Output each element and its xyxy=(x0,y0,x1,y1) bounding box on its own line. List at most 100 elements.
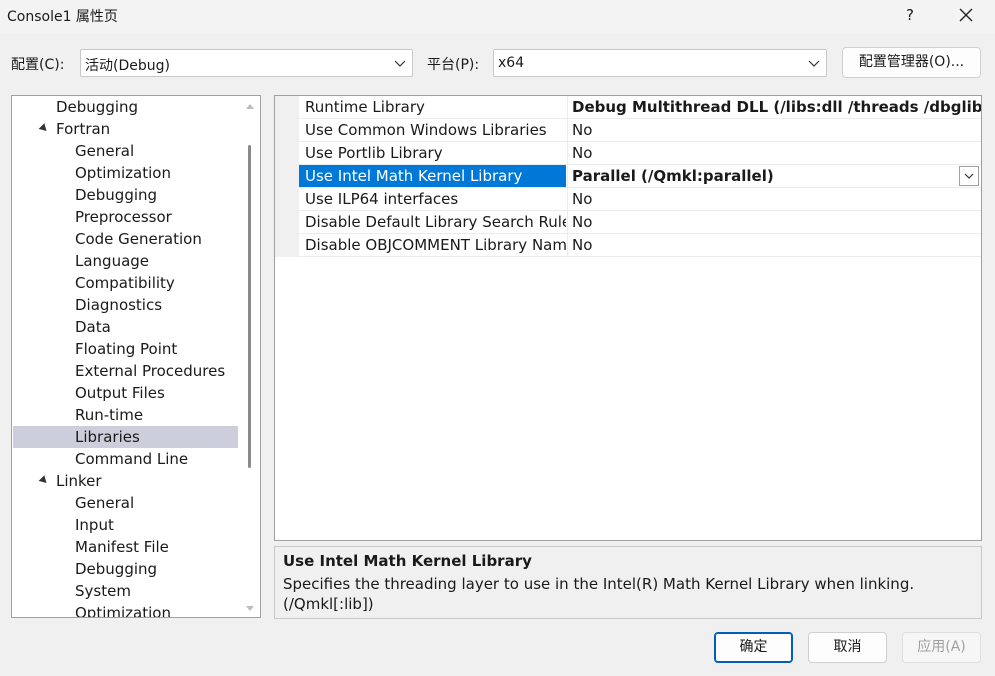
close-icon xyxy=(959,8,973,22)
tree-item[interactable]: Language xyxy=(13,250,238,272)
scroll-up-icon[interactable] xyxy=(246,104,254,109)
description-text: Specifies the threading layer to use in … xyxy=(283,574,973,614)
cancel-button[interactable]: 取消 xyxy=(808,632,887,663)
tree-item[interactable]: System xyxy=(13,580,238,602)
config-manager-button[interactable]: 配置管理器(O)... xyxy=(842,47,981,78)
expand-arrow-icon[interactable] xyxy=(38,475,50,486)
tree-item[interactable]: Preprocessor xyxy=(13,206,238,228)
tree-item[interactable]: Data xyxy=(13,316,238,338)
window-title: Console1 属性页 xyxy=(7,9,118,25)
tree-item-label: Manifest File xyxy=(75,538,169,556)
platform-dropdown[interactable]: x64 xyxy=(493,49,827,77)
tree-item[interactable]: Optimization xyxy=(13,602,238,618)
tree-item-label: Linker xyxy=(56,472,102,490)
expand-arrow-icon[interactable] xyxy=(38,123,50,134)
property-name: Disable Default Library Search Rules xyxy=(305,213,566,231)
config-value: 活动(Debug) xyxy=(85,58,170,74)
tree-item[interactable]: External Procedures xyxy=(13,360,238,382)
help-button[interactable]: ? xyxy=(898,3,922,27)
tree-item-label: System xyxy=(75,582,131,600)
description-line-2: (/Qmkl[:lib]) xyxy=(283,595,374,613)
property-name: Disable OBJCOMMENT Library Name xyxy=(305,236,566,254)
tree-item-label: Preprocessor xyxy=(75,208,172,226)
tree-item-label: Code Generation xyxy=(75,230,202,248)
platform-value: x64 xyxy=(498,55,525,71)
property-value[interactable]: No xyxy=(567,142,981,164)
tree-item[interactable]: Debugging xyxy=(13,558,238,580)
tree-item[interactable]: Linker xyxy=(13,470,238,492)
platform-label: 平台(P): xyxy=(427,57,480,73)
description-line-1: Specifies the threading layer to use in … xyxy=(283,575,915,593)
property-value[interactable]: Parallel (/Qmkl:parallel) xyxy=(567,165,981,187)
tree-item[interactable]: Run-time xyxy=(13,404,238,426)
tree-item-label: General xyxy=(75,494,135,512)
tree-item-label: Run-time xyxy=(75,406,144,424)
apply-button[interactable]: 应用(A) xyxy=(902,632,981,663)
property-name: Use Common Windows Libraries xyxy=(305,121,547,139)
tree-item-label: Language xyxy=(75,252,150,270)
property-row[interactable]: Disable Default Library Search Rules No xyxy=(299,211,981,234)
tree-item-label: Optimization xyxy=(75,164,171,182)
category-tree: Debugging Fortran General Optimization Debug… xyxy=(11,95,261,618)
tree-item-label: Debugging xyxy=(75,186,158,204)
property-name: Use Intel Math Kernel Library xyxy=(299,165,566,187)
property-row[interactable]: Use Common Windows Libraries No xyxy=(299,119,981,142)
property-value[interactable]: No xyxy=(567,188,981,210)
tree-item-label: External Procedures xyxy=(75,362,226,380)
tree-item[interactable]: Optimization xyxy=(13,162,238,184)
scroll-thumb[interactable] xyxy=(248,145,251,468)
tree-item[interactable]: Fortran xyxy=(13,118,238,140)
tree-item-label: Data xyxy=(75,318,111,336)
property-value[interactable]: Debug Multithread DLL (/libs:dll /thread… xyxy=(567,96,981,118)
tree-item-label: Command Line xyxy=(75,450,189,468)
title-bar: Console1 属性页 ? xyxy=(0,0,995,34)
property-value[interactable]: No xyxy=(567,211,981,233)
tree-item-label: Output Files xyxy=(75,384,165,402)
description-title: Use Intel Math Kernel Library xyxy=(283,552,532,570)
ok-button[interactable]: 确定 xyxy=(714,632,793,663)
property-row[interactable]: Use Portlib Library No xyxy=(299,142,981,165)
tree-item-label: Floating Point xyxy=(75,340,178,358)
property-name: Runtime Library xyxy=(305,98,425,116)
config-dropdown[interactable]: 活动(Debug) xyxy=(80,49,413,77)
tree-item[interactable]: Code Generation xyxy=(13,228,238,250)
scroll-down-icon[interactable] xyxy=(246,606,254,611)
description-panel: Use Intel Math Kernel Library Specifies … xyxy=(274,546,982,619)
tree-item-label: Diagnostics xyxy=(75,296,163,314)
tree-item[interactable]: Debugging xyxy=(13,184,238,206)
property-row[interactable]: Use ILP64 interfaces No xyxy=(299,188,981,211)
tree-item-label: Compatibility xyxy=(75,274,175,292)
tree-item[interactable]: Debugging xyxy=(13,96,238,118)
tree-scrollbar[interactable] xyxy=(240,97,260,617)
tree-item-label: Debugging xyxy=(75,560,158,578)
tree-item[interactable]: Command Line xyxy=(13,448,238,470)
close-button[interactable] xyxy=(952,2,980,28)
property-name: Use Portlib Library xyxy=(305,144,443,162)
property-value[interactable]: No xyxy=(567,119,981,141)
tree-item-label: Input xyxy=(75,516,114,534)
tree-item[interactable]: Manifest File xyxy=(13,536,238,558)
chevron-down-icon xyxy=(808,60,820,67)
property-value[interactable]: No xyxy=(567,234,981,256)
tree-item[interactable]: Floating Point xyxy=(13,338,238,360)
tree-item-label: Debugging xyxy=(56,98,139,116)
chevron-down-icon xyxy=(394,60,406,67)
grid-gutter xyxy=(275,96,299,257)
property-grid: Runtime Library Debug Multithread DLL (/l… xyxy=(274,95,982,541)
tree-item[interactable]: Input xyxy=(13,514,238,536)
value-dropdown-button[interactable] xyxy=(959,166,979,186)
property-row[interactable]: Use Intel Math Kernel Library Parallel (/… xyxy=(299,165,981,188)
tree-item[interactable]: Libraries xyxy=(13,426,238,448)
tree-item[interactable]: Compatibility xyxy=(13,272,238,294)
tree-item[interactable]: General xyxy=(13,492,238,514)
property-row[interactable]: Disable OBJCOMMENT Library Name No xyxy=(299,234,981,257)
tree-item[interactable]: Diagnostics xyxy=(13,294,238,316)
tree-item-label: Fortran xyxy=(56,120,111,138)
tree-item[interactable]: Output Files xyxy=(13,382,238,404)
tree-item-label: General xyxy=(75,142,135,160)
tree-item-label: Libraries xyxy=(75,428,140,446)
tree-item[interactable]: General xyxy=(13,140,238,162)
property-name: Use ILP64 interfaces xyxy=(305,190,459,208)
property-row[interactable]: Runtime Library Debug Multithread DLL (/l… xyxy=(299,96,981,119)
tree-item-label: Optimization xyxy=(75,604,171,618)
